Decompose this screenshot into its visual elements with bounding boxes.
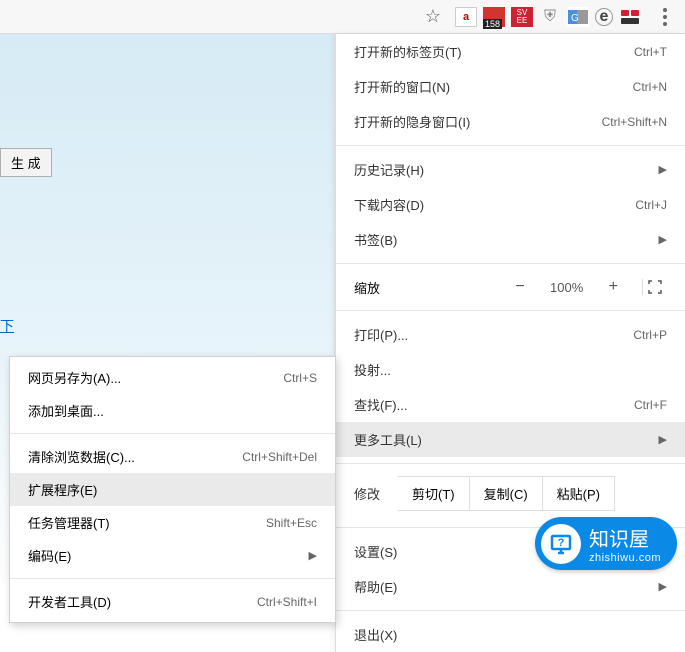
submenu-encoding[interactable]: 编码(E) ▶: [10, 539, 335, 572]
edit-label: 修改: [354, 484, 380, 503]
submenu-extensions[interactable]: 扩展程序(E): [10, 473, 335, 506]
menu-more-tools[interactable]: 更多工具(L) ▶: [336, 422, 685, 457]
submenu-shortcut: Shift+Esc: [266, 516, 317, 530]
menu-separator: [336, 145, 685, 146]
generate-button[interactable]: 生 成: [0, 148, 52, 177]
zoom-percent: 100%: [545, 280, 589, 295]
submenu-label: 任务管理器(T): [28, 513, 110, 532]
submenu-arrow-icon: ▶: [659, 163, 667, 176]
zoom-in-button[interactable]: +: [603, 276, 624, 298]
menu-label: 查找(F)...: [354, 395, 407, 414]
menu-label: 更多工具(L): [354, 430, 422, 449]
menu-find[interactable]: 查找(F)... Ctrl+F: [336, 387, 685, 422]
menu-shortcut: Ctrl+Shift+N: [602, 115, 667, 129]
menu-label: 下载内容(D): [354, 195, 424, 214]
chrome-menu-button[interactable]: [651, 3, 679, 31]
extension-icon-e[interactable]: e: [595, 8, 613, 26]
submenu-arrow-icon: ▶: [659, 580, 667, 593]
extension-icon-shield[interactable]: ⛨: [539, 7, 561, 27]
menu-label: 投射...: [354, 360, 391, 379]
download-link[interactable]: 下: [0, 316, 14, 336]
submenu-arrow-icon: ▶: [659, 233, 667, 246]
extension-icon-red[interactable]: 158: [483, 7, 505, 27]
zoom-out-button[interactable]: −: [509, 276, 530, 298]
bookmark-star-icon[interactable]: ☆: [425, 6, 441, 27]
cut-button[interactable]: 剪切(T): [398, 476, 470, 511]
submenu-shortcut: Ctrl+Shift+I: [257, 595, 317, 609]
submenu-shortcut: Ctrl+Shift+Del: [242, 450, 317, 464]
submenu-label: 网页另存为(A)...: [28, 368, 121, 387]
menu-label: 打开新的窗口(N): [354, 77, 450, 96]
extension-icon-video[interactable]: [619, 7, 641, 27]
menu-separator: [336, 263, 685, 264]
browser-toolbar: ☆ a 158 SV EE ⛨ G e: [0, 0, 685, 34]
watermark-title: 知识屋: [589, 529, 649, 551]
menu-new-tab[interactable]: 打开新的标签页(T) Ctrl+T: [336, 34, 685, 69]
submenu-save-as[interactable]: 网页另存为(A)... Ctrl+S: [10, 361, 335, 394]
menu-label: 设置(S): [354, 542, 397, 561]
menu-label: 书签(B): [354, 230, 397, 249]
menu-print[interactable]: 打印(P)... Ctrl+P: [336, 317, 685, 352]
menu-downloads[interactable]: 下载内容(D) Ctrl+J: [336, 187, 685, 222]
menu-new-window[interactable]: 打开新的窗口(N) Ctrl+N: [336, 69, 685, 104]
menu-cast[interactable]: 投射...: [336, 352, 685, 387]
fullscreen-button[interactable]: [642, 279, 667, 295]
menu-exit[interactable]: 退出(X): [336, 617, 685, 652]
menu-shortcut: Ctrl+N: [633, 80, 667, 94]
menu-incognito[interactable]: 打开新的隐身窗口(I) Ctrl+Shift+N: [336, 104, 685, 139]
menu-label: 退出(X): [354, 625, 397, 644]
submenu-label: 编码(E): [28, 546, 71, 565]
menu-label: 打印(P)...: [354, 325, 408, 344]
submenu-clear-data[interactable]: 清除浏览数据(C)... Ctrl+Shift+Del: [10, 440, 335, 473]
submenu-shortcut: Ctrl+S: [283, 371, 317, 385]
menu-label: 历史记录(H): [354, 160, 424, 179]
menu-separator: [10, 433, 335, 434]
menu-shortcut: Ctrl+P: [633, 328, 667, 342]
watermark-url: zhishiwu.com: [589, 552, 661, 564]
menu-separator: [336, 463, 685, 464]
submenu-dev-tools[interactable]: 开发者工具(D) Ctrl+Shift+I: [10, 585, 335, 618]
menu-separator: [10, 578, 335, 579]
watermark-logo: ? 知识屋 zhishiwu.com: [535, 517, 677, 570]
more-tools-submenu: 网页另存为(A)... Ctrl+S 添加到桌面... 清除浏览数据(C)...…: [9, 356, 336, 623]
extension-icon-a[interactable]: a: [455, 7, 477, 27]
submenu-label: 开发者工具(D): [28, 592, 111, 611]
submenu-task-manager[interactable]: 任务管理器(T) Shift+Esc: [10, 506, 335, 539]
menu-shortcut: Ctrl+T: [634, 45, 667, 59]
copy-button[interactable]: 复制(C): [470, 476, 543, 511]
submenu-label: 添加到桌面...: [28, 401, 104, 420]
menu-zoom: 缩放 − 100% +: [336, 270, 685, 304]
menu-separator: [336, 310, 685, 311]
paste-button[interactable]: 粘贴(P): [543, 476, 615, 511]
menu-shortcut: Ctrl+F: [634, 398, 667, 412]
menu-edit-row: 修改 剪切(T) 复制(C) 粘贴(P): [336, 470, 685, 521]
zoom-label: 缩放: [354, 278, 509, 297]
submenu-arrow-icon: ▶: [659, 433, 667, 446]
submenu-label: 清除浏览数据(C)...: [28, 447, 135, 466]
menu-shortcut: Ctrl+J: [635, 198, 667, 212]
menu-history[interactable]: 历史记录(H) ▶: [336, 152, 685, 187]
menu-help[interactable]: 帮助(E) ▶: [336, 569, 685, 604]
extension-icon-translate[interactable]: G: [567, 7, 589, 27]
submenu-arrow-icon: ▶: [309, 549, 317, 562]
extension-icon-svee[interactable]: SV EE: [511, 7, 533, 27]
svg-text:?: ?: [558, 537, 565, 549]
menu-bookmarks[interactable]: 书签(B) ▶: [336, 222, 685, 257]
menu-label: 打开新的标签页(T): [354, 42, 462, 61]
submenu-label: 扩展程序(E): [28, 480, 97, 499]
watermark-icon: ?: [541, 524, 581, 564]
menu-label: 打开新的隐身窗口(I): [354, 112, 470, 131]
menu-separator: [336, 610, 685, 611]
submenu-add-desktop[interactable]: 添加到桌面...: [10, 394, 335, 427]
extension-badge: 158: [483, 19, 502, 29]
svg-text:G: G: [571, 13, 579, 24]
